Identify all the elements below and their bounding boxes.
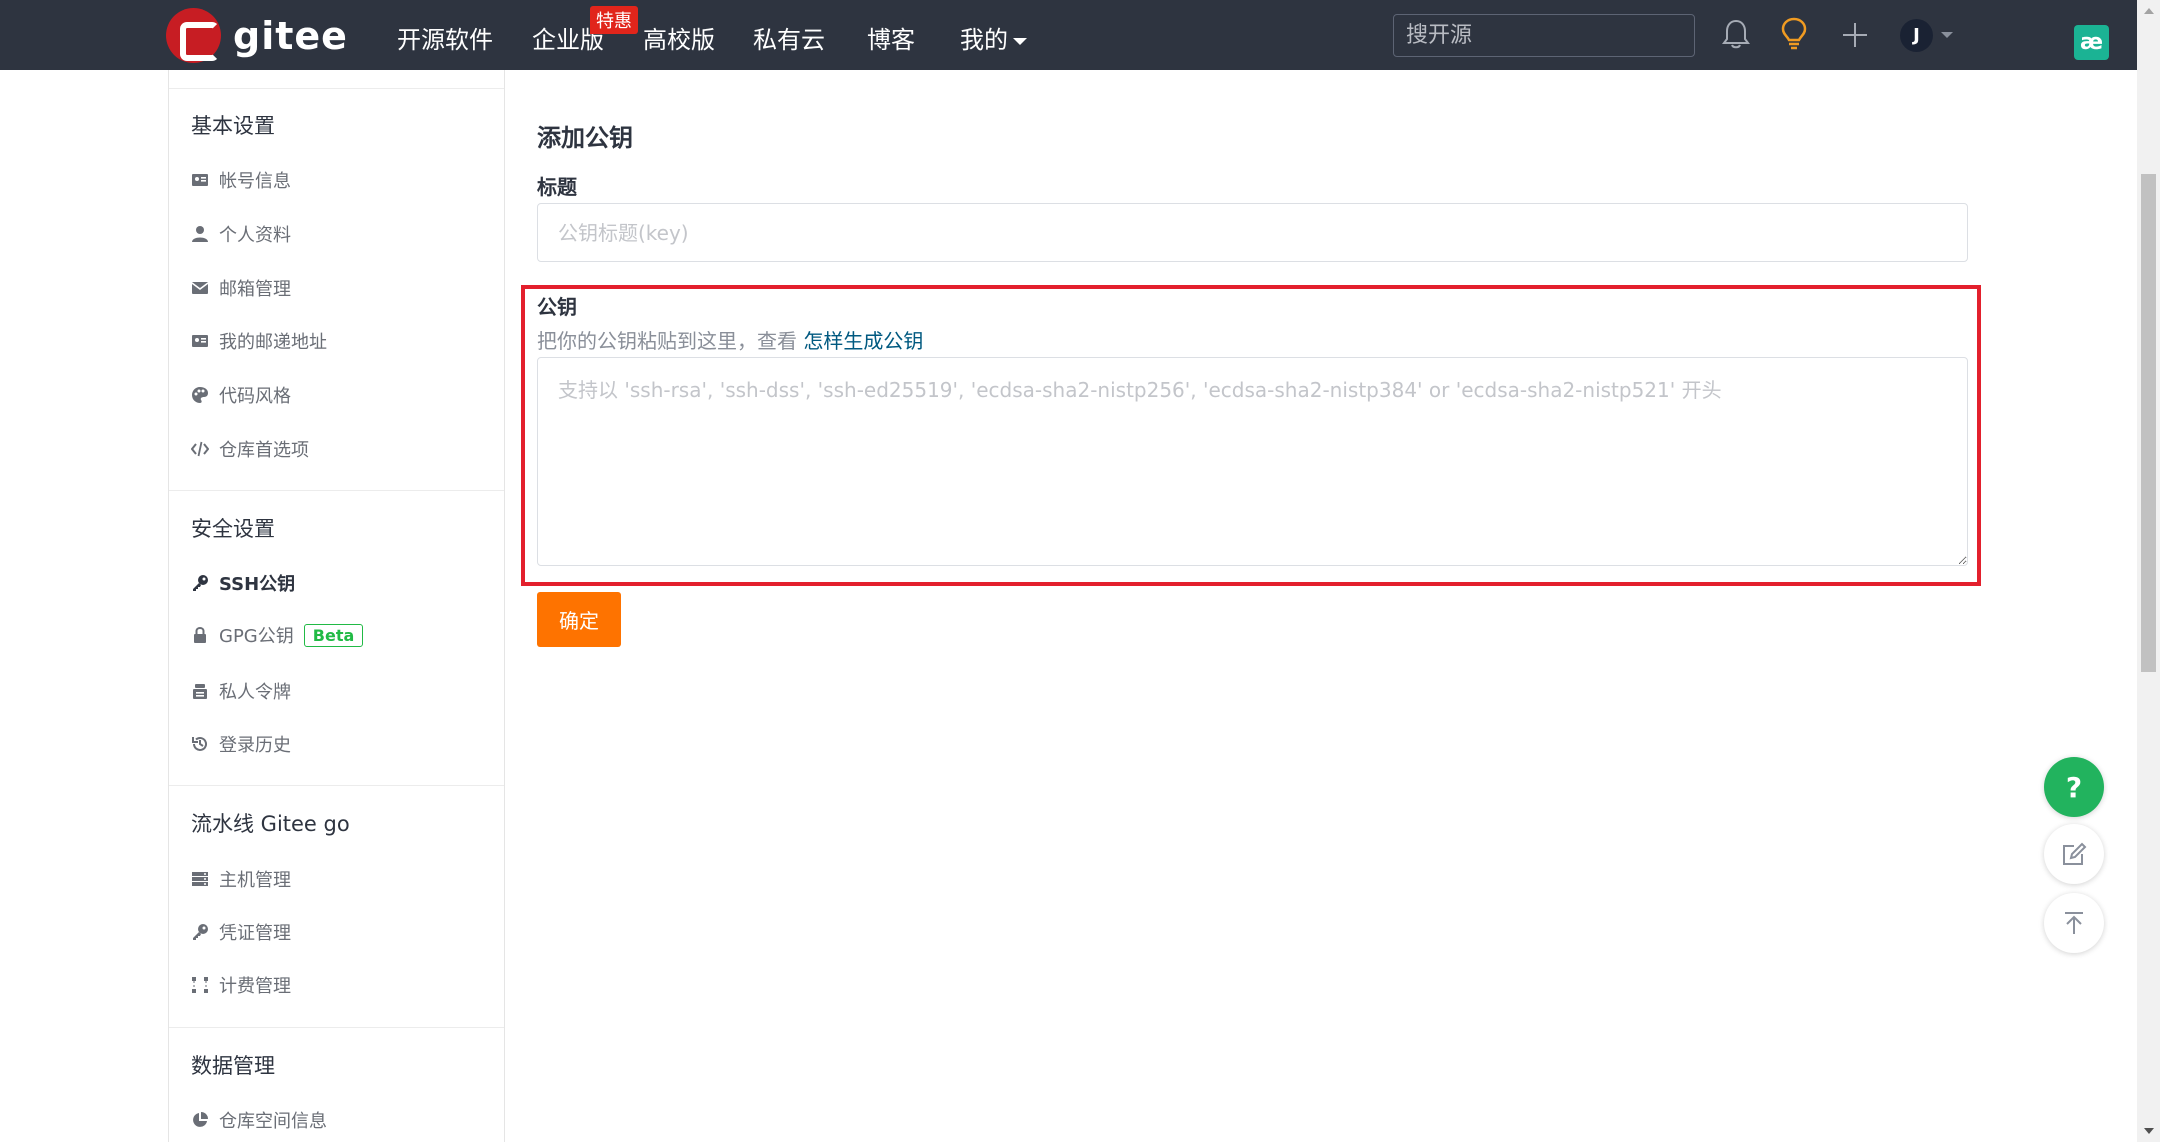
sidebar-item-profile[interactable]: 个人资料 — [191, 221, 291, 247]
back-to-top-button[interactable] — [2044, 893, 2104, 953]
public-key-textarea[interactable] — [537, 357, 1968, 566]
sidebar-item-gpg-keys[interactable]: GPG公钥 Beta — [191, 622, 364, 648]
sidebar-item-billing[interactable]: 计费管理 — [191, 972, 291, 998]
bell-icon[interactable] — [1722, 18, 1750, 50]
sidebar-item-label: 邮箱管理 — [219, 279, 291, 300]
sidebar-item-label: SSH公钥 — [219, 574, 296, 595]
help-button[interactable]: ? — [2044, 757, 2104, 817]
sidebar-item-label: 主机管理 — [219, 870, 291, 891]
public-key-hint: 把你的公钥粘贴到这里，查看 怎样生成公钥 — [537, 325, 923, 354]
promo-badge: 特惠 — [590, 6, 638, 34]
sidebar-divider — [169, 88, 504, 89]
history-icon — [192, 736, 207, 751]
sidebar-divider — [169, 785, 504, 786]
logo-text: gitee — [233, 13, 348, 58]
sidebar-section-security: 安全设置 — [191, 517, 275, 541]
page-title: 添加公钥 — [537, 124, 633, 152]
sidebar-item-account[interactable]: 帐号信息 — [191, 167, 291, 193]
sidebar-item-repo-preferences[interactable]: 仓库首选项 — [191, 436, 309, 462]
top-navbar: gitee 开源软件 企业版 特惠 高校版 私有云 博客 我的 J æ — [0, 0, 2137, 70]
gitee-logo-icon — [166, 8, 221, 63]
id-card-icon — [192, 174, 208, 186]
token-icon — [193, 684, 207, 699]
nav-link-blog[interactable]: 博客 — [867, 20, 915, 55]
sidebar-divider — [169, 490, 504, 491]
search-input[interactable] — [1393, 14, 1695, 57]
scrollbar-thumb[interactable] — [2141, 174, 2156, 672]
code-icon — [191, 441, 209, 457]
avatar-chevron-down-icon[interactable] — [1941, 32, 1953, 38]
palette-icon — [192, 387, 208, 403]
sidebar-item-label: 仓库首选项 — [219, 440, 309, 461]
sidebar-item-email[interactable]: 邮箱管理 — [191, 275, 291, 301]
title-field-label: 标题 — [537, 175, 577, 199]
sidebar-item-label: 代码风格 — [219, 386, 291, 407]
sidebar-item-label: 仓库空间信息 — [219, 1111, 327, 1132]
billing-icon — [192, 977, 208, 993]
scroll-up-arrow-icon[interactable] — [2144, 8, 2154, 14]
nav-link-mine[interactable]: 我的 — [960, 20, 1027, 55]
plus-icon[interactable] — [1840, 20, 1870, 50]
lock-icon — [194, 627, 206, 643]
mail-icon — [191, 282, 209, 294]
chevron-down-icon — [1013, 37, 1027, 45]
sidebar-item-credential-management[interactable]: 凭证管理 — [191, 919, 291, 945]
sidebar-item-label: 个人资料 — [219, 225, 291, 246]
submit-button[interactable]: 确定 — [537, 592, 621, 647]
how-to-generate-key-link[interactable]: 怎样生成公钥 — [803, 329, 923, 353]
sidebar-item-label: 私人令牌 — [219, 682, 291, 703]
nav-link-private-cloud[interactable]: 私有云 — [753, 20, 825, 55]
sidebar-item-login-history[interactable]: 登录历史 — [191, 731, 291, 757]
settings-sidebar: 基本设置 帐号信息 个人资料 邮箱管理 我的邮递地址 代码风格 仓库首选项 安全… — [168, 70, 505, 1142]
sidebar-item-label: 我的邮递地址 — [219, 332, 327, 353]
key-icon — [193, 924, 208, 940]
user-avatar[interactable]: J — [1900, 19, 1933, 52]
sidebar-item-code-style[interactable]: 代码风格 — [191, 382, 291, 408]
sidebar-item-address[interactable]: 我的邮递地址 — [191, 328, 327, 354]
sidebar-item-label: 计费管理 — [219, 976, 291, 997]
nav-link-open-source[interactable]: 开源软件 — [397, 20, 493, 55]
public-key-field-label: 公钥 — [537, 295, 577, 319]
nav-link-mine-label: 我的 — [960, 26, 1008, 54]
sidebar-item-label: GPG公钥 — [219, 626, 294, 647]
sidebar-item-host-management[interactable]: 主机管理 — [191, 866, 291, 892]
user-icon — [192, 226, 208, 242]
pie-chart-icon — [193, 1112, 208, 1127]
sidebar-item-label: 凭证管理 — [219, 923, 291, 944]
sidebar-section-pipeline: 流水线 Gitee go — [191, 812, 350, 836]
sidebar-item-label: 登录历史 — [219, 735, 291, 756]
key-icon — [193, 575, 208, 591]
sidebar-item-label: 帐号信息 — [219, 171, 291, 192]
browser-extension-icon[interactable]: æ — [2074, 25, 2109, 60]
sidebar-section-basic: 基本设置 — [191, 114, 275, 138]
public-key-hint-text: 把你的公钥粘贴到这里，查看 — [537, 329, 804, 353]
sidebar-item-repo-storage[interactable]: 仓库空间信息 — [191, 1107, 327, 1133]
feedback-button[interactable] — [2044, 824, 2104, 884]
sidebar-item-private-tokens[interactable]: 私人令牌 — [191, 678, 291, 704]
help-icon: ? — [2065, 770, 2083, 804]
sidebar-divider — [169, 1027, 504, 1028]
edit-icon — [2063, 842, 2087, 865]
gitee-logo[interactable]: gitee — [166, 8, 348, 63]
beta-badge: Beta — [303, 623, 364, 647]
lightbulb-icon[interactable] — [1780, 17, 1808, 51]
nav-link-education[interactable]: 高校版 — [643, 20, 715, 55]
server-icon — [192, 872, 208, 886]
key-title-input[interactable] — [537, 203, 1968, 262]
scroll-down-arrow-icon[interactable] — [2144, 1128, 2154, 1134]
address-card-icon — [192, 335, 208, 347]
sidebar-section-data: 数据管理 — [191, 1054, 275, 1078]
arrow-up-icon — [2065, 912, 2083, 934]
page-scrollbar[interactable] — [2137, 0, 2160, 1142]
sidebar-item-ssh-keys[interactable]: SSH公钥 — [191, 570, 295, 596]
